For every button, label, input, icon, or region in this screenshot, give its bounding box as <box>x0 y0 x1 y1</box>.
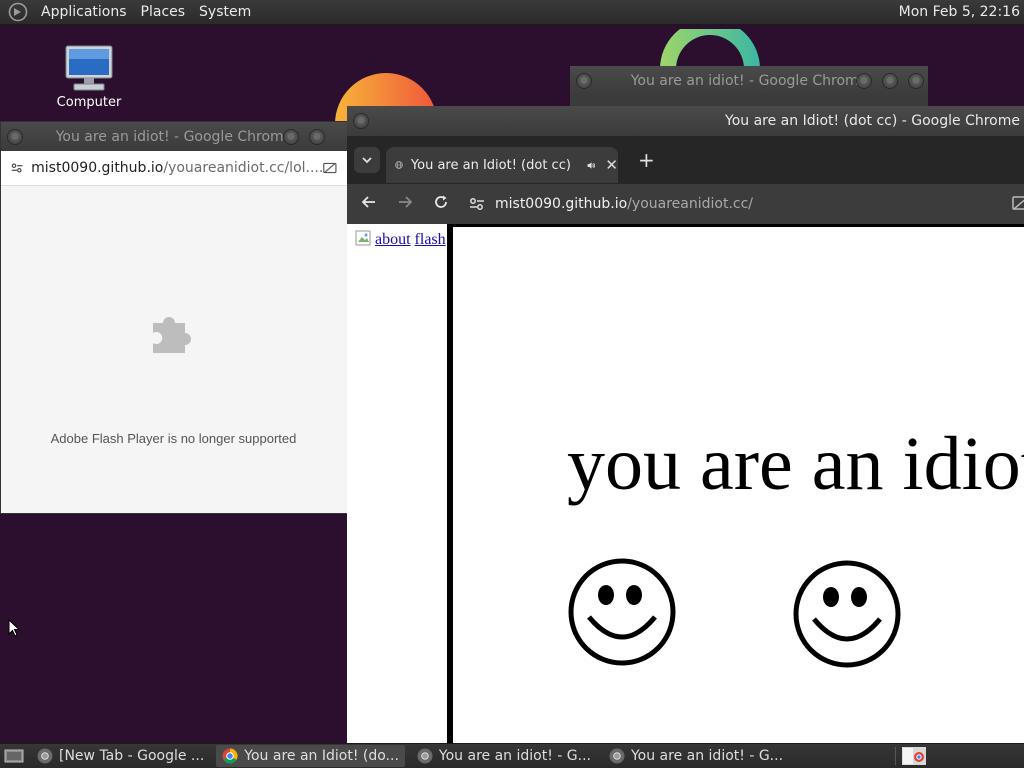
window-title: You are an idiot! - Google Chrome <box>630 73 868 89</box>
chrome-icon <box>609 748 625 764</box>
system-menu[interactable]: System <box>192 4 258 20</box>
taskbar-item[interactable]: You are an idiot! - G... <box>411 745 597 767</box>
nav-links: about flash <box>355 230 446 249</box>
broken-image-icon <box>355 230 371 246</box>
window-title: You are an idiot! - Google Chrome <box>55 128 293 145</box>
panel-clock[interactable]: Mon Feb 5, 22:16 <box>899 4 1020 20</box>
url-path: /youareanidiot.cc/lol.... <box>163 160 324 176</box>
popup-content: Adobe Flash Player is no longer supporte… <box>1 186 347 513</box>
flash-unsupported-message: Adobe Flash Player is no longer supporte… <box>50 431 297 446</box>
web-page: about flash you are an idiot <box>347 224 1024 743</box>
speaker-icon[interactable] <box>587 159 596 172</box>
cast-off-icon[interactable] <box>1012 196 1024 210</box>
bottom-taskbar: [New Tab - Google ... You are an Idiot! … <box>0 743 1024 768</box>
tab-close-icon[interactable]: ✕ <box>605 156 618 174</box>
chrome-window-back[interactable]: You are an idiot! - Google Chrome <box>570 66 928 106</box>
flash-link[interactable]: flash <box>415 231 446 248</box>
tray-separator <box>895 747 896 765</box>
window-menu-button[interactable] <box>576 73 592 89</box>
smiley-face-icon <box>793 560 901 668</box>
nav-frame: about flash <box>347 224 447 743</box>
show-desktop-icon[interactable] <box>3 747 25 765</box>
reload-button[interactable] <box>423 195 459 213</box>
taskbar-item-active[interactable]: You are an Idiot! (do... <box>216 745 405 767</box>
browser-toolbar: mist0090.github.io/youareanidiot.cc/ <box>347 184 1024 224</box>
window-menu-button[interactable] <box>7 128 23 145</box>
window-titlebar[interactable]: You are an Idiot! (dot cc) - Google Chro… <box>347 106 1024 136</box>
site-info-icon[interactable] <box>469 197 485 211</box>
taskbar-item-label: You are an idiot! - G... <box>630 748 784 764</box>
content-frame: you are an idiot <box>453 224 1024 743</box>
address-bar[interactable]: mist0090.github.io/youareanidiot.cc/ <box>463 196 753 212</box>
maximize-button[interactable] <box>882 73 898 89</box>
mouse-cursor-icon <box>8 619 20 637</box>
taskbar-item[interactable]: You are an idiot! - G... <box>603 745 789 767</box>
site-info-icon[interactable] <box>11 161 23 175</box>
chrome-popup-window[interactable]: You are an idiot! - Google Chrome mist00… <box>0 121 348 514</box>
places-menu[interactable]: Places <box>134 4 193 20</box>
desktop-computer-icon[interactable]: Computer <box>52 44 126 110</box>
taskbar-item[interactable]: [New Tab - Google ... <box>31 745 210 767</box>
chrome-icon <box>417 748 433 764</box>
tab-strip: You are an Idiot! (dot cc) ✕ + <box>347 136 1024 184</box>
chrome-main-window[interactable]: You are an Idiot! (dot cc) - Google Chro… <box>347 106 1024 743</box>
url-path: /youareanidiot.cc/ <box>627 196 754 212</box>
tab-you-are-an-idiot[interactable]: You are an Idiot! (dot cc) ✕ <box>386 147 618 183</box>
url-host: mist0090.github.io <box>31 160 164 176</box>
window-menu-button[interactable] <box>353 113 369 129</box>
computer-icon <box>65 45 113 91</box>
tab-title: You are an Idiot! (dot cc) <box>410 157 571 173</box>
top-panel: Applications Places System Mon Feb 5, 22… <box>0 0 1024 25</box>
globe-icon <box>395 161 403 169</box>
forward-button[interactable] <box>387 196 423 212</box>
new-tab-button[interactable]: + <box>638 148 655 172</box>
arrow-right-icon <box>399 196 413 208</box>
wallpaper-green-ring <box>660 29 760 69</box>
workspace-switcher-icon[interactable] <box>902 747 926 765</box>
close-button[interactable] <box>908 73 924 89</box>
chrome-icon <box>222 748 238 764</box>
back-button[interactable] <box>351 196 387 212</box>
taskbar-item-label: You are an idiot! - G... <box>438 748 591 764</box>
computer-label: Computer <box>56 95 122 110</box>
minimize-button[interactable] <box>856 73 872 89</box>
gnome-foot-icon[interactable] <box>8 2 28 22</box>
arrow-left-icon <box>361 196 375 208</box>
reload-icon <box>435 195 447 208</box>
cast-off-icon[interactable] <box>323 161 337 175</box>
url-host: mist0090.github.io <box>495 196 628 212</box>
minimize-button[interactable] <box>283 128 299 145</box>
chrome-icon <box>37 748 53 764</box>
window-titlebar[interactable]: You are an idiot! - Google Chrome <box>1 122 347 151</box>
chevron-down-icon <box>362 157 372 164</box>
window-titlebar[interactable]: You are an idiot! - Google Chrome <box>570 66 928 96</box>
maximize-button[interactable] <box>309 128 325 145</box>
tab-search-button[interactable] <box>354 147 380 173</box>
about-link[interactable]: about <box>375 231 411 248</box>
window-title: You are an Idiot! (dot cc) - Google Chro… <box>725 113 1020 129</box>
system-tray <box>895 747 926 765</box>
popup-url-bar[interactable]: mist0090.github.io/youareanidiot.cc/lol.… <box>1 151 347 186</box>
taskbar-item-label: [New Tab - Google ... <box>59 748 205 764</box>
idiot-headline: you are an idiot <box>567 422 1024 506</box>
plugin-puzzle-icon <box>153 317 191 353</box>
taskbar-item-label: You are an Idiot! (do... <box>244 748 399 764</box>
applications-menu[interactable]: Applications <box>34 4 134 20</box>
smiley-face-icon <box>568 558 676 666</box>
